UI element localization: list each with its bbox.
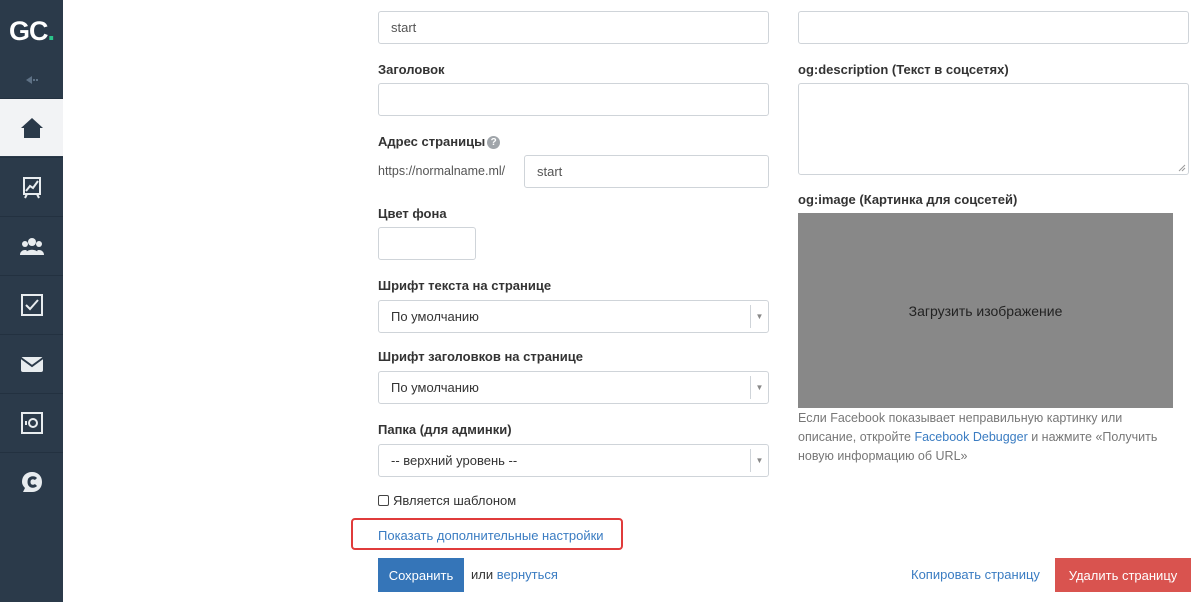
heading-font-value: По умолчанию (391, 380, 479, 395)
users-icon (19, 237, 44, 255)
collapse-sidebar-button[interactable] (0, 62, 63, 98)
upload-image-button[interactable]: Загрузить изображение (798, 213, 1173, 408)
home-icon (20, 117, 43, 138)
template-checkbox-row[interactable]: Является шаблоном (378, 493, 516, 508)
og-description-label: og:description (Текст в соцсетях) (798, 62, 1009, 77)
or-label: или (471, 567, 494, 582)
facebook-debugger-link[interactable]: Facebook Debugger (914, 430, 1027, 444)
og-title-input[interactable] (798, 11, 1189, 44)
logo[interactable]: GC. (0, 0, 63, 62)
delete-page-button[interactable]: Удалить страницу (1055, 558, 1191, 592)
upload-image-label: Загрузить изображение (908, 302, 1063, 319)
nav-item-tasks[interactable] (0, 275, 63, 333)
save-button[interactable]: Сохранить (378, 558, 464, 592)
address-input[interactable]: start (524, 155, 769, 188)
copy-page-link[interactable]: Копировать страницу (911, 567, 1040, 582)
chevron-down-icon: ▼ (750, 305, 768, 328)
folder-select[interactable]: -- верхний уровень -- ▼ (378, 444, 769, 477)
show-advanced-settings-link[interactable]: Показать дополнительные настройки (378, 528, 604, 543)
chevron-down-icon: ▼ (750, 376, 768, 399)
chevron-down-icon: ▼ (750, 449, 768, 472)
help-icon[interactable]: ? (487, 136, 501, 149)
admin-name-input[interactable]: start (378, 11, 769, 44)
checkbox-icon (20, 293, 43, 316)
folder-value: -- верхний уровень -- (391, 453, 518, 468)
back-link[interactable]: вернуться (497, 567, 558, 582)
og-image-label: og:image (Картинка для соцсетей) (798, 192, 1018, 207)
address-prefix: https://normalname.ml/ (378, 164, 506, 178)
template-checkbox-label: Является шаблоном (393, 493, 517, 508)
logo-dot: . (47, 15, 54, 46)
folder-label: Папка (для админки) (378, 422, 512, 437)
logo-text: GC (8, 15, 48, 46)
text-font-label: Шрифт текста на странице (378, 278, 552, 293)
nav-item-users[interactable] (0, 216, 63, 274)
safe-icon (20, 411, 43, 434)
heading-font-label: Шрифт заголовков на странице (378, 349, 583, 364)
resize-handle-icon[interactable] (1178, 164, 1186, 172)
chart-icon (22, 176, 41, 198)
og-description-textarea[interactable] (798, 83, 1189, 175)
nav-item-chat[interactable] (0, 452, 63, 510)
text-font-select[interactable]: По умолчанию ▼ (378, 300, 769, 333)
admin-name-value: start (391, 20, 417, 35)
mail-icon (19, 356, 44, 372)
title-label: Заголовок (378, 62, 445, 77)
chat-icon (21, 471, 42, 492)
nav-item-finance[interactable] (0, 393, 63, 451)
facebook-note: Если Facebook показывает неправильную ка… (798, 409, 1178, 466)
title-input[interactable] (378, 83, 769, 116)
template-checkbox[interactable] (378, 495, 389, 506)
sidebar: GC. (0, 0, 63, 602)
address-label: Адрес страницы? (378, 134, 501, 149)
heading-font-select[interactable]: По умолчанию ▼ (378, 371, 769, 404)
nav-item-messages[interactable] (0, 334, 63, 392)
collapse-arrow-icon (25, 76, 38, 84)
nav-item-statistics[interactable] (0, 157, 63, 215)
nav-item-home[interactable] (0, 98, 63, 156)
address-value: start (537, 164, 563, 179)
bg-color-input[interactable] (378, 227, 476, 260)
address-label-text: Адрес страницы (378, 134, 486, 149)
bg-color-label: Цвет фона (378, 206, 447, 221)
or-back-row: или вернуться (471, 567, 558, 582)
text-font-value: По умолчанию (391, 309, 479, 324)
